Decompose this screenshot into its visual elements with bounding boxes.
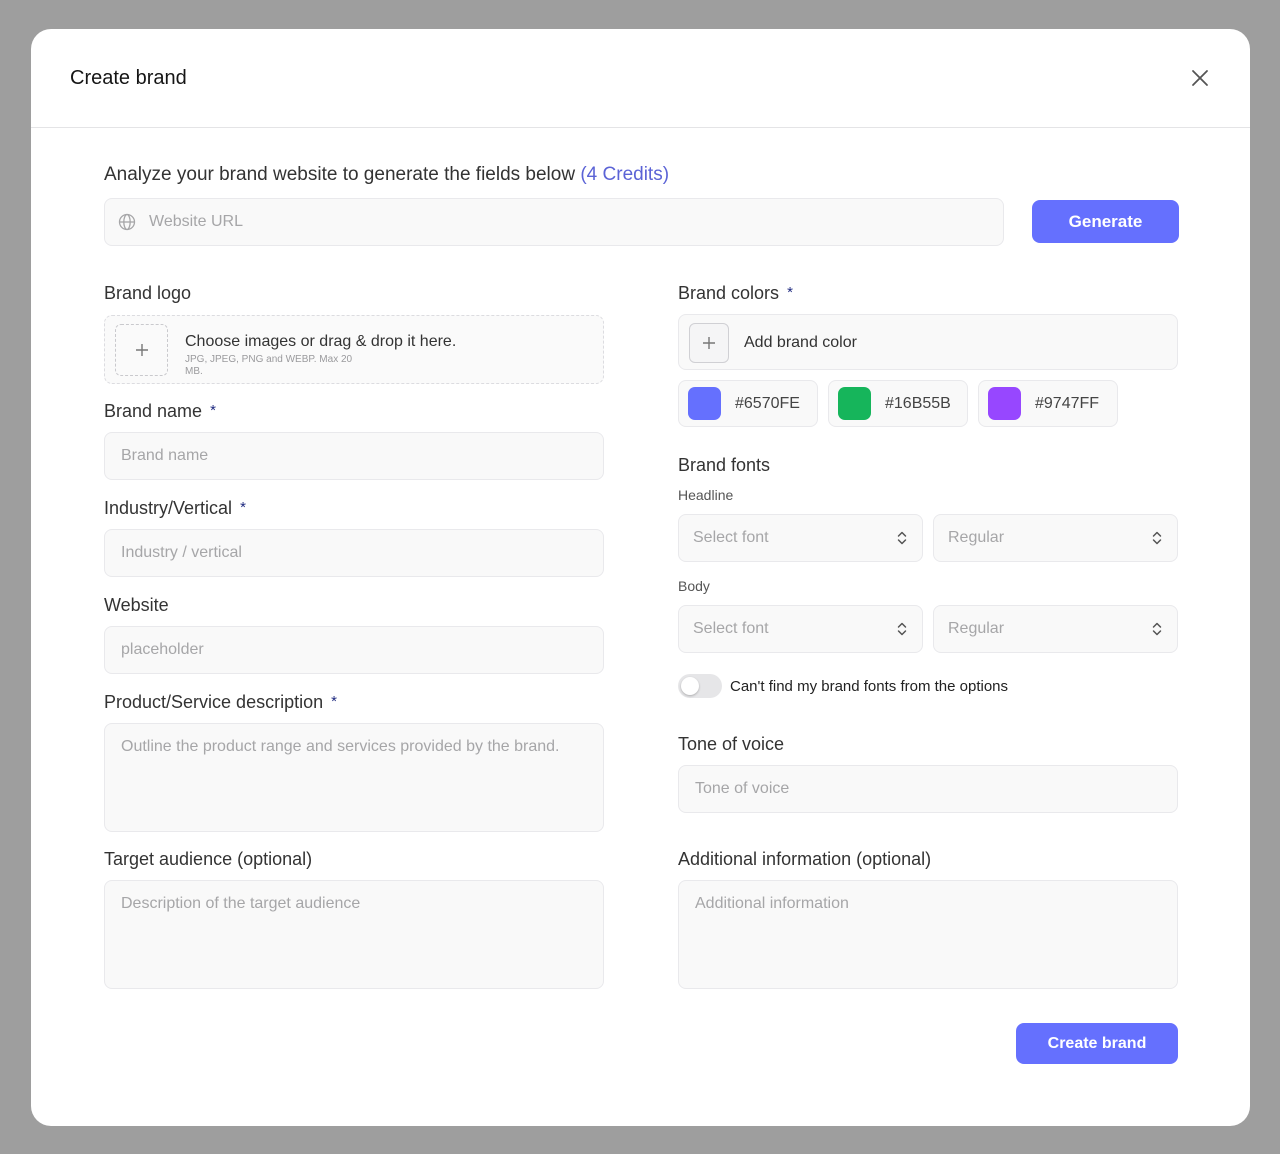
upload-title: Choose images or drag & drop it here.: [185, 333, 457, 350]
globe-icon: [118, 213, 136, 231]
logo-upload-dropzone[interactable]: Choose images or drag & drop it here. JP…: [104, 315, 604, 384]
color-swatch: [838, 387, 871, 420]
brand-colors-label: Brand colors *: [678, 283, 793, 304]
add-brand-color-label: Add brand color: [744, 334, 857, 351]
industry-label: Industry/Vertical *: [104, 498, 246, 519]
color-swatch: [988, 387, 1021, 420]
upload-hint: JPG, JPEG, PNG and WEBP. Max 20 MB.: [185, 354, 353, 377]
chevron-up-down-icon: [1152, 622, 1162, 636]
custom-fonts-toggle[interactable]: [678, 674, 722, 698]
color-hex-label: #16B55B: [885, 394, 951, 412]
custom-fonts-toggle-label: Can't find my brand fonts from the optio…: [730, 677, 1009, 695]
body-label: Body: [678, 578, 710, 594]
brand-name-input[interactable]: [104, 432, 604, 480]
color-swatch: [688, 387, 721, 420]
credits-label: (4 Credits): [580, 164, 670, 185]
plus-icon: [135, 344, 148, 356]
headline-font-value: Select font: [693, 529, 769, 546]
additional-label: Additional information (optional): [678, 849, 932, 869]
create-brand-dialog: Create brand Analyze your brand website …: [31, 29, 1250, 1126]
required-mark: *: [787, 284, 793, 301]
description-textarea[interactable]: [104, 723, 604, 832]
color-hex-label: #6570FE: [735, 394, 800, 412]
brand-fonts-label: Brand fonts: [678, 455, 771, 475]
required-mark: *: [240, 499, 246, 516]
generate-button[interactable]: Generate: [1032, 200, 1179, 243]
website-url-input[interactable]: [104, 198, 1004, 246]
chevron-up-down-icon: [1152, 531, 1162, 545]
website-url-wrapper: [104, 198, 1004, 246]
upload-add-button[interactable]: [115, 324, 168, 376]
industry-label-text: Industry/Vertical: [104, 498, 233, 518]
chevron-up-down-icon: [897, 531, 907, 545]
color-swatch-chip[interactable]: #16B55B: [828, 380, 968, 427]
chevron-up-down-icon: [897, 622, 907, 636]
toggle-knob: [681, 677, 699, 695]
add-brand-color-row[interactable]: Add brand color: [678, 314, 1178, 370]
required-mark: *: [331, 693, 337, 710]
plus-icon: [703, 337, 715, 349]
dialog-header: Create brand: [31, 29, 1250, 128]
headline-label: Headline: [678, 487, 734, 503]
brand-name-label-text: Brand name: [104, 401, 203, 421]
create-brand-button[interactable]: Create brand: [1016, 1023, 1178, 1064]
additional-textarea[interactable]: [678, 880, 1178, 989]
headline-weight-value: Regular: [948, 529, 1005, 546]
body-font-value: Select font: [693, 620, 769, 637]
close-button[interactable]: [1188, 66, 1212, 90]
brand-name-label: Brand name *: [104, 401, 216, 422]
color-swatch-chip[interactable]: #9747FF: [978, 380, 1118, 427]
audience-label: Target audience (optional): [104, 849, 313, 869]
body-weight-value: Regular: [948, 620, 1005, 637]
body-font-select[interactable]: Select font: [678, 605, 923, 653]
headline-font-select[interactable]: Select font: [678, 514, 923, 562]
analyze-prompt-text: Analyze your brand website to generate t…: [104, 164, 576, 185]
required-mark: *: [210, 402, 216, 419]
add-color-button[interactable]: [689, 323, 729, 363]
brand-colors-label-text: Brand colors: [678, 283, 780, 303]
industry-input[interactable]: [104, 529, 604, 577]
brand-logo-label: Brand logo: [104, 283, 192, 303]
analyze-prompt: Analyze your brand website to generate t…: [104, 164, 669, 186]
custom-fonts-toggle-row: Can't find my brand fonts from the optio…: [678, 674, 1008, 698]
close-icon: [1192, 70, 1208, 86]
audience-textarea[interactable]: [104, 880, 604, 989]
body-weight-select[interactable]: Regular: [933, 605, 1178, 653]
website-label: Website: [104, 595, 169, 615]
color-swatch-chip[interactable]: #6570FE: [678, 380, 818, 427]
color-hex-label: #9747FF: [1035, 394, 1100, 412]
dialog-title: Create brand: [70, 66, 187, 89]
headline-weight-select[interactable]: Regular: [933, 514, 1178, 562]
description-label-text: Product/Service description: [104, 692, 324, 712]
website-input[interactable]: [104, 626, 604, 674]
tone-input[interactable]: [678, 765, 1178, 813]
tone-label: Tone of voice: [678, 734, 785, 754]
description-label: Product/Service description *: [104, 692, 337, 713]
